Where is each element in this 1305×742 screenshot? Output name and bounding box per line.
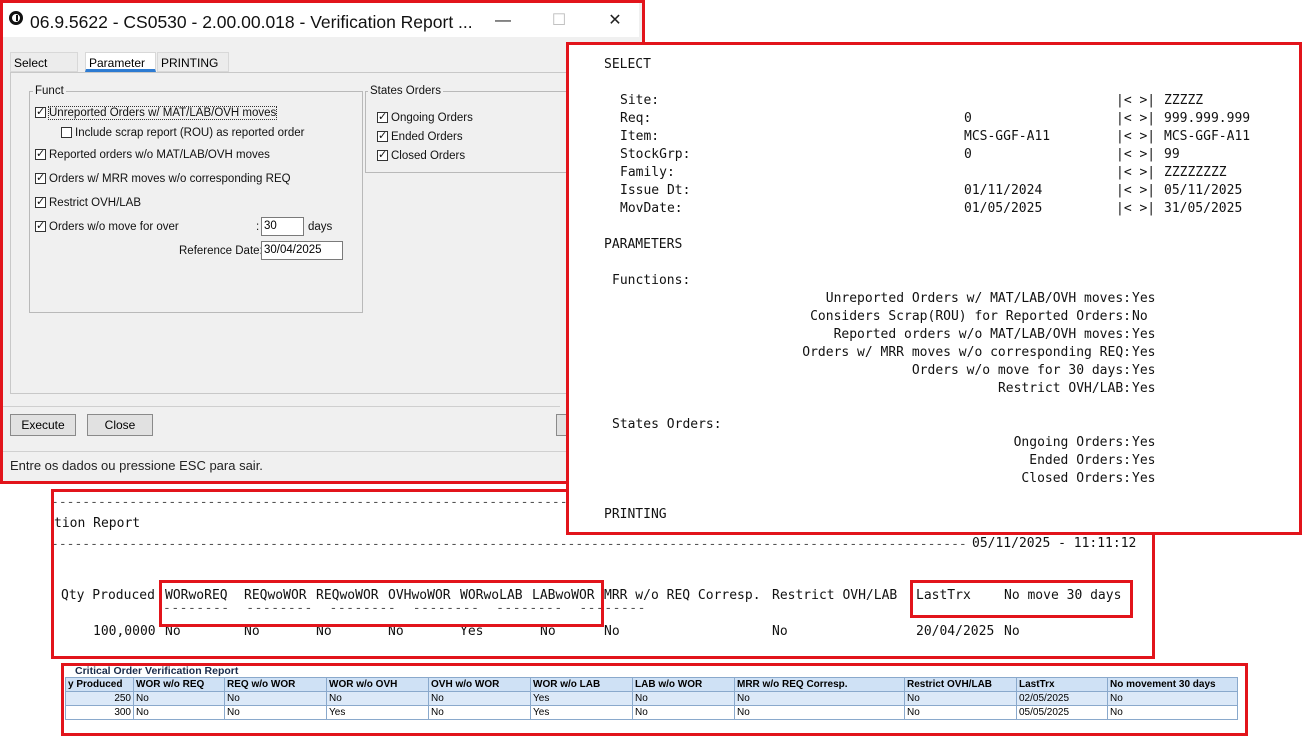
spreadsheet-highlight-box	[61, 663, 1248, 736]
dialog-highlight-box	[0, 0, 645, 484]
report-panel-highlight-box	[566, 42, 1302, 535]
